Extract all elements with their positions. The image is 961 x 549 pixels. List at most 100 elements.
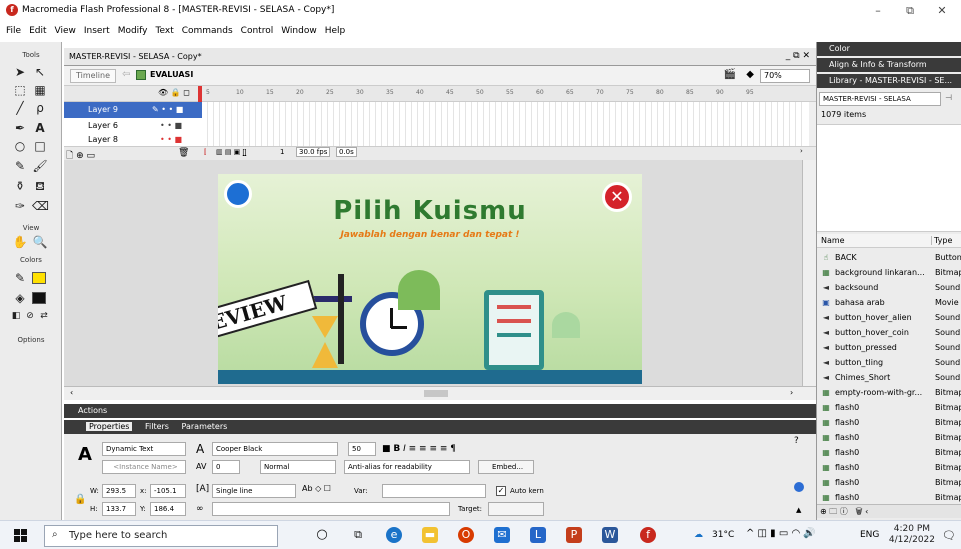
stage[interactable]: ✕ Pilih Kuismu Jawablah dengan benar dan… <box>218 174 642 384</box>
brush-tool-icon[interactable]: 🖌 <box>32 158 48 174</box>
file-explorer-icon[interactable]: ▬ <box>422 527 438 543</box>
stage-horizontal-scrollbar[interactable]: ‹ › <box>64 386 816 400</box>
timeline-button[interactable]: Timeline <box>70 69 116 83</box>
library-pin-icon[interactable]: ⊣ <box>945 93 952 102</box>
oval-tool-icon[interactable]: ○ <box>12 138 28 154</box>
embed-button[interactable]: Embed... <box>478 460 534 474</box>
x-input[interactable]: -105.1 <box>150 484 186 498</box>
subselection-tool-icon[interactable]: ↖ <box>32 64 48 80</box>
instance-name-input[interactable]: <Instance Name> <box>102 460 186 474</box>
linkedin-icon[interactable]: L <box>530 527 546 543</box>
document-tab[interactable]: MASTER-REVISI - SELASA - Copy* <box>69 52 202 61</box>
library-item[interactable]: ▣ bahasa arab Movie <box>817 295 961 310</box>
library-item[interactable]: ▦ flash0 Bitmap <box>817 475 961 490</box>
office-icon[interactable]: O <box>458 527 474 543</box>
menu-help[interactable]: Help <box>325 26 346 36</box>
word-icon[interactable]: W <box>602 527 618 543</box>
library-item[interactable]: ▦ flash0 Bitmap <box>817 460 961 475</box>
antialias-select[interactable]: Anti-alias for readability <box>344 460 470 474</box>
scroll-right-icon[interactable]: › <box>790 388 793 397</box>
height-input[interactable]: 133.7 <box>102 502 136 516</box>
lasso-tool-icon[interactable]: ρ <box>32 100 48 116</box>
eyedropper-tool-icon[interactable]: ✑ <box>12 198 28 214</box>
stroke-color-icon[interactable]: ✎ <box>12 270 28 286</box>
library-item[interactable]: ◄ button_hover_alien Sound <box>817 310 961 325</box>
menu-commands[interactable]: Commands <box>182 26 233 36</box>
var-input[interactable] <box>382 484 486 498</box>
library-item[interactable]: ◄ button_hover_coin Sound <box>817 325 961 340</box>
menu-window[interactable]: Window <box>281 26 317 36</box>
task-view-icon[interactable]: ⧉ <box>350 527 366 543</box>
target-select[interactable] <box>488 502 544 516</box>
text-tool-icon[interactable]: A <box>32 120 48 136</box>
y-input[interactable]: 186.4 <box>150 502 186 516</box>
library-item[interactable]: ▦ empty-room-with-gr... Bitmap <box>817 385 961 400</box>
selectable-html-border-icons[interactable]: Ab ◇ ☐ <box>302 484 331 493</box>
pencil-tool-icon[interactable]: ✎ <box>12 158 28 174</box>
restore-button[interactable]: ⧉ <box>896 2 924 20</box>
edge-icon[interactable]: e <box>386 527 402 543</box>
width-input[interactable]: 293.5 <box>102 484 136 498</box>
library-item[interactable]: ◄ button_tling Sound <box>817 355 961 370</box>
edit-symbol-icon[interactable]: ◆ <box>746 69 754 80</box>
center-frame-icon[interactable]: ⫿ <box>204 148 206 157</box>
fill-color-icon[interactable]: ◈ <box>12 290 28 306</box>
tray-icons[interactable]: ^ ◫ ▮ ▭ ◠ 🔊 <box>746 528 816 539</box>
library-item[interactable]: ▦ flash0 Bitmap <box>817 490 961 505</box>
frame-grid[interactable] <box>202 102 802 146</box>
back-arrow-icon[interactable]: ⇦ <box>122 69 130 80</box>
library-item[interactable]: ▦ flash0 Bitmap <box>817 445 961 460</box>
eraser-tool-icon[interactable]: ⌫ <box>32 198 49 214</box>
scroll-left-icon[interactable]: ‹ <box>70 388 73 397</box>
windows-start-icon[interactable] <box>14 529 27 542</box>
paint-bucket-tool-icon[interactable]: ⛾ <box>32 178 48 194</box>
menu-file[interactable]: File <box>6 26 21 36</box>
delete-layer-icon[interactable]: 🗑 <box>178 148 189 158</box>
library-col-type[interactable]: Type <box>931 236 952 245</box>
library-item[interactable]: ☝ BACK Button <box>817 250 961 265</box>
url-input[interactable] <box>212 502 450 516</box>
char-position-select[interactable]: Normal <box>260 460 336 474</box>
line-tool-icon[interactable]: ╱ <box>12 100 28 116</box>
library-footer-icons[interactable]: ⊕ 🗀 ⓘ 🗑 ‹ <box>817 504 961 518</box>
actions-panel-header[interactable]: Actions <box>64 404 816 418</box>
layer-row-9[interactable]: Layer 9 ✎ • • ■ <box>64 102 202 118</box>
taskbar-clock[interactable]: 4:20 PM 4/12/2022 <box>889 524 935 546</box>
menu-modify[interactable]: Modify <box>118 26 148 36</box>
zoom-select[interactable]: 70% <box>760 69 810 83</box>
scroll-thumb[interactable] <box>424 390 448 397</box>
menu-control[interactable]: Control <box>241 26 274 36</box>
edit-scene-icon[interactable]: 🎬 <box>724 69 736 80</box>
onion-skin-icons[interactable]: ▥ ▤ ▣ ⦋⦌ <box>216 148 246 157</box>
text-type-select[interactable]: Dynamic Text <box>102 442 186 456</box>
flash-taskbar-icon[interactable]: f <box>640 527 656 543</box>
zoom-tool-icon[interactable]: 🔍 <box>32 234 48 250</box>
fill-transform-tool-icon[interactable]: ▦ <box>32 82 48 98</box>
library-item[interactable]: ▦ flash0 Bitmap <box>817 430 961 445</box>
stage-vertical-scrollbar[interactable] <box>802 160 816 386</box>
weather-icon[interactable]: ☁ <box>694 530 703 540</box>
library-item[interactable]: ▦ flash0 Bitmap <box>817 415 961 430</box>
edit-accessibility-icon[interactable] <box>794 482 804 492</box>
menu-view[interactable]: View <box>55 26 76 36</box>
menu-insert[interactable]: Insert <box>84 26 110 36</box>
timeline-scroll-right-icon[interactable]: › <box>800 147 803 155</box>
frame-rate[interactable]: 30.0 fps <box>296 147 331 157</box>
layer-row-8[interactable]: Layer 8 • • ■ <box>64 132 202 146</box>
color-panel-header[interactable]: Color <box>817 42 961 56</box>
weather-temp[interactable]: 31°C <box>712 530 734 540</box>
swap-colors-icon[interactable]: ⇄ <box>36 308 52 324</box>
notification-icon[interactable]: 🗨 <box>942 529 956 542</box>
library-item[interactable]: ◄ button_pressed Sound <box>817 340 961 355</box>
taskbar-search-input[interactable]: Type here to search <box>44 525 278 547</box>
font-select[interactable]: Cooper Black <box>212 442 338 456</box>
pen-tool-icon[interactable]: ✒ <box>12 120 28 136</box>
lock-icon[interactable]: 🔒 <box>74 494 86 505</box>
align-panel-header[interactable]: Align & Info & Transform <box>817 58 961 72</box>
font-size-input[interactable]: 50 <box>348 442 376 456</box>
tab-filters[interactable]: Filters <box>145 422 169 431</box>
library-item[interactable]: ▦ background linkaran... Bitmap <box>817 265 961 280</box>
stroke-color-swatch[interactable] <box>32 272 46 284</box>
mail-icon[interactable]: ✉ <box>494 527 510 543</box>
rectangle-tool-icon[interactable]: □ <box>32 138 48 154</box>
